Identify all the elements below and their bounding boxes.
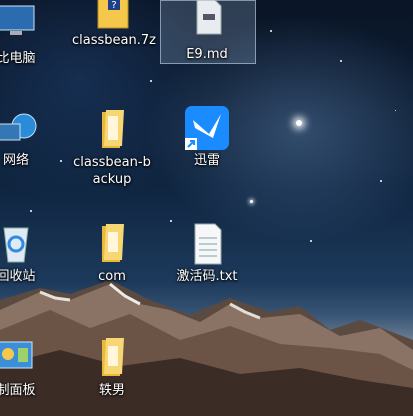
folder-icon [90, 336, 134, 380]
archive-icon: ? [90, 0, 134, 36]
desktop-icon-classbean-backup[interactable]: classbean-backup [72, 108, 152, 188]
desktop-icon-xunlei[interactable]: 迅雷 [167, 106, 247, 169]
desktop-icon-label: 比电脑 [0, 51, 36, 66]
wallpaper-mountains [0, 280, 413, 416]
desktop-icon-this-pc[interactable]: 比电脑 [0, 4, 56, 67]
desktop-icon-classbean-7z[interactable]: ? classbean.7z [72, 0, 156, 49]
desktop-icon-label: 迅雷 [193, 153, 220, 168]
desktop-icon-label: 轶男 [98, 383, 125, 398]
desktop-icon-control-panel[interactable]: 制面板 [0, 336, 56, 399]
folder-icon [90, 108, 134, 152]
desktop-icon-label: 制面板 [0, 383, 36, 398]
control-panel-icon [0, 336, 38, 380]
desktop-icon-label: 网络 [2, 153, 29, 168]
desktop-icon-com[interactable]: com [72, 222, 152, 285]
text-file-icon [185, 222, 229, 266]
desktop-icon-recycle-bin[interactable]: 回收站 [0, 222, 56, 285]
desktop[interactable]: 比电脑 ? classbean.7z E9.md 网络 classbean-ba… [0, 0, 413, 416]
network-icon [0, 106, 38, 150]
desktop-icon-label: classbean-backup [73, 155, 151, 187]
recycle-bin-icon [0, 222, 38, 266]
desktop-icon-label: com [98, 269, 126, 284]
desktop-icon-e9-md[interactable]: E9.md [167, 0, 247, 63]
desktop-icon-yinan[interactable]: 轶男 [72, 336, 152, 399]
folder-icon [90, 222, 134, 266]
desktop-icon-network[interactable]: 网络 [0, 106, 56, 169]
desktop-icon-label: E9.md [186, 47, 228, 62]
markdown-file-icon [185, 0, 229, 44]
xunlei-bird-icon [185, 106, 229, 150]
desktop-icon-label: 激活码.txt [176, 269, 238, 284]
desktop-icon-label: 回收站 [0, 269, 36, 284]
svg-text:?: ? [111, 0, 116, 11]
desktop-icon-activation-code-txt[interactable]: 激活码.txt [167, 222, 247, 285]
computer-icon [0, 4, 38, 48]
